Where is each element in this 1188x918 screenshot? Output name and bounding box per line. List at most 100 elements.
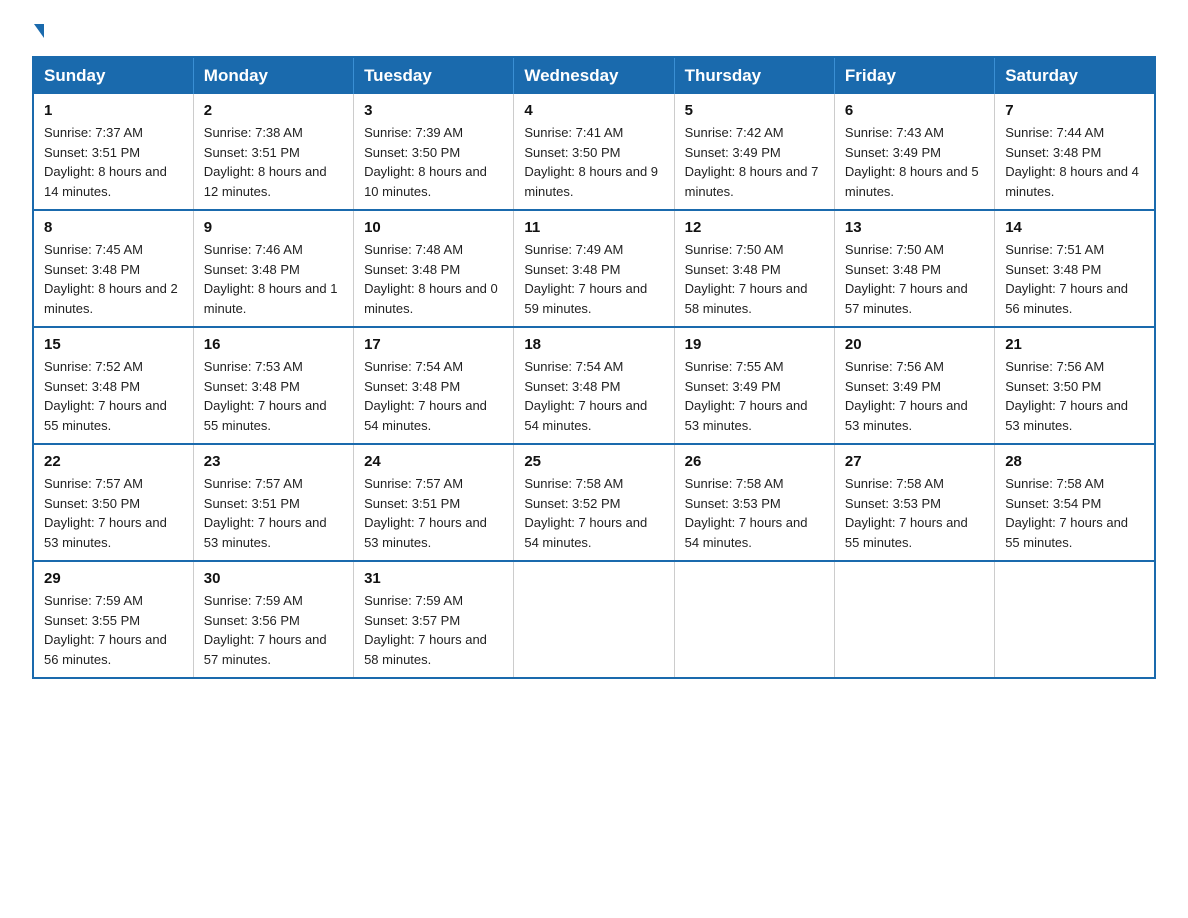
day-of-week-header: Tuesday [354,57,514,94]
day-number: 15 [44,336,183,353]
day-number: 9 [204,219,343,236]
calendar-day-cell: 3 Sunrise: 7:39 AMSunset: 3:50 PMDayligh… [354,94,514,210]
day-info: Sunrise: 7:42 AMSunset: 3:49 PMDaylight:… [685,125,819,199]
day-of-week-header: Thursday [674,57,834,94]
day-info: Sunrise: 7:58 AMSunset: 3:53 PMDaylight:… [685,476,808,550]
day-info: Sunrise: 7:37 AMSunset: 3:51 PMDaylight:… [44,125,167,199]
day-number: 6 [845,102,984,119]
day-info: Sunrise: 7:54 AMSunset: 3:48 PMDaylight:… [524,359,647,433]
calendar-day-cell: 11 Sunrise: 7:49 AMSunset: 3:48 PMDaylig… [514,210,674,327]
calendar-day-cell: 25 Sunrise: 7:58 AMSunset: 3:52 PMDaylig… [514,444,674,561]
calendar-day-cell: 28 Sunrise: 7:58 AMSunset: 3:54 PMDaylig… [995,444,1155,561]
day-info: Sunrise: 7:58 AMSunset: 3:52 PMDaylight:… [524,476,647,550]
day-info: Sunrise: 7:58 AMSunset: 3:54 PMDaylight:… [1005,476,1128,550]
day-number: 18 [524,336,663,353]
day-info: Sunrise: 7:54 AMSunset: 3:48 PMDaylight:… [364,359,487,433]
day-number: 13 [845,219,984,236]
day-info: Sunrise: 7:59 AMSunset: 3:55 PMDaylight:… [44,593,167,667]
calendar-day-cell: 15 Sunrise: 7:52 AMSunset: 3:48 PMDaylig… [33,327,193,444]
calendar-week-row: 29 Sunrise: 7:59 AMSunset: 3:55 PMDaylig… [33,561,1155,678]
day-info: Sunrise: 7:56 AMSunset: 3:49 PMDaylight:… [845,359,968,433]
day-number: 25 [524,453,663,470]
calendar-day-cell: 24 Sunrise: 7:57 AMSunset: 3:51 PMDaylig… [354,444,514,561]
logo-triangle-icon [34,24,44,38]
calendar-day-cell: 5 Sunrise: 7:42 AMSunset: 3:49 PMDayligh… [674,94,834,210]
day-info: Sunrise: 7:43 AMSunset: 3:49 PMDaylight:… [845,125,979,199]
calendar-day-cell: 16 Sunrise: 7:53 AMSunset: 3:48 PMDaylig… [193,327,353,444]
calendar-day-cell: 19 Sunrise: 7:55 AMSunset: 3:49 PMDaylig… [674,327,834,444]
calendar-day-cell: 2 Sunrise: 7:38 AMSunset: 3:51 PMDayligh… [193,94,353,210]
day-info: Sunrise: 7:57 AMSunset: 3:50 PMDaylight:… [44,476,167,550]
day-number: 30 [204,570,343,587]
day-number: 16 [204,336,343,353]
day-info: Sunrise: 7:44 AMSunset: 3:48 PMDaylight:… [1005,125,1139,199]
day-info: Sunrise: 7:50 AMSunset: 3:48 PMDaylight:… [845,242,968,316]
day-info: Sunrise: 7:53 AMSunset: 3:48 PMDaylight:… [204,359,327,433]
calendar-day-cell: 20 Sunrise: 7:56 AMSunset: 3:49 PMDaylig… [834,327,994,444]
calendar-day-cell: 12 Sunrise: 7:50 AMSunset: 3:48 PMDaylig… [674,210,834,327]
calendar-day-cell: 8 Sunrise: 7:45 AMSunset: 3:48 PMDayligh… [33,210,193,327]
calendar-day-cell: 30 Sunrise: 7:59 AMSunset: 3:56 PMDaylig… [193,561,353,678]
day-info: Sunrise: 7:57 AMSunset: 3:51 PMDaylight:… [204,476,327,550]
calendar-header: SundayMondayTuesdayWednesdayThursdayFrid… [33,57,1155,94]
day-info: Sunrise: 7:46 AMSunset: 3:48 PMDaylight:… [204,242,338,316]
day-number: 10 [364,219,503,236]
day-of-week-header: Monday [193,57,353,94]
calendar-day-cell: 7 Sunrise: 7:44 AMSunset: 3:48 PMDayligh… [995,94,1155,210]
calendar-day-cell: 31 Sunrise: 7:59 AMSunset: 3:57 PMDaylig… [354,561,514,678]
day-number: 29 [44,570,183,587]
calendar-body: 1 Sunrise: 7:37 AMSunset: 3:51 PMDayligh… [33,94,1155,678]
day-number: 17 [364,336,503,353]
calendar-day-cell [514,561,674,678]
day-number: 26 [685,453,824,470]
day-number: 3 [364,102,503,119]
day-number: 20 [845,336,984,353]
day-number: 22 [44,453,183,470]
day-number: 23 [204,453,343,470]
day-number: 1 [44,102,183,119]
day-info: Sunrise: 7:52 AMSunset: 3:48 PMDaylight:… [44,359,167,433]
calendar-week-row: 22 Sunrise: 7:57 AMSunset: 3:50 PMDaylig… [33,444,1155,561]
day-number: 4 [524,102,663,119]
day-number: 14 [1005,219,1144,236]
calendar-day-cell: 4 Sunrise: 7:41 AMSunset: 3:50 PMDayligh… [514,94,674,210]
day-info: Sunrise: 7:59 AMSunset: 3:56 PMDaylight:… [204,593,327,667]
calendar-table: SundayMondayTuesdayWednesdayThursdayFrid… [32,56,1156,679]
calendar-day-cell: 18 Sunrise: 7:54 AMSunset: 3:48 PMDaylig… [514,327,674,444]
day-info: Sunrise: 7:49 AMSunset: 3:48 PMDaylight:… [524,242,647,316]
calendar-day-cell: 29 Sunrise: 7:59 AMSunset: 3:55 PMDaylig… [33,561,193,678]
day-info: Sunrise: 7:57 AMSunset: 3:51 PMDaylight:… [364,476,487,550]
calendar-week-row: 1 Sunrise: 7:37 AMSunset: 3:51 PMDayligh… [33,94,1155,210]
calendar-day-cell: 21 Sunrise: 7:56 AMSunset: 3:50 PMDaylig… [995,327,1155,444]
calendar-day-cell: 22 Sunrise: 7:57 AMSunset: 3:50 PMDaylig… [33,444,193,561]
days-of-week-row: SundayMondayTuesdayWednesdayThursdayFrid… [33,57,1155,94]
day-info: Sunrise: 7:56 AMSunset: 3:50 PMDaylight:… [1005,359,1128,433]
day-number: 11 [524,219,663,236]
day-number: 21 [1005,336,1144,353]
day-of-week-header: Wednesday [514,57,674,94]
logo [32,24,44,38]
day-info: Sunrise: 7:55 AMSunset: 3:49 PMDaylight:… [685,359,808,433]
calendar-week-row: 15 Sunrise: 7:52 AMSunset: 3:48 PMDaylig… [33,327,1155,444]
calendar-day-cell: 17 Sunrise: 7:54 AMSunset: 3:48 PMDaylig… [354,327,514,444]
calendar-day-cell: 14 Sunrise: 7:51 AMSunset: 3:48 PMDaylig… [995,210,1155,327]
calendar-day-cell [834,561,994,678]
day-number: 31 [364,570,503,587]
day-info: Sunrise: 7:58 AMSunset: 3:53 PMDaylight:… [845,476,968,550]
calendar-week-row: 8 Sunrise: 7:45 AMSunset: 3:48 PMDayligh… [33,210,1155,327]
day-info: Sunrise: 7:41 AMSunset: 3:50 PMDaylight:… [524,125,658,199]
day-info: Sunrise: 7:48 AMSunset: 3:48 PMDaylight:… [364,242,498,316]
calendar-day-cell: 27 Sunrise: 7:58 AMSunset: 3:53 PMDaylig… [834,444,994,561]
calendar-day-cell: 23 Sunrise: 7:57 AMSunset: 3:51 PMDaylig… [193,444,353,561]
calendar-day-cell [995,561,1155,678]
day-info: Sunrise: 7:59 AMSunset: 3:57 PMDaylight:… [364,593,487,667]
calendar-day-cell: 9 Sunrise: 7:46 AMSunset: 3:48 PMDayligh… [193,210,353,327]
day-number: 19 [685,336,824,353]
calendar-day-cell: 26 Sunrise: 7:58 AMSunset: 3:53 PMDaylig… [674,444,834,561]
day-number: 2 [204,102,343,119]
day-number: 28 [1005,453,1144,470]
day-info: Sunrise: 7:45 AMSunset: 3:48 PMDaylight:… [44,242,178,316]
day-of-week-header: Saturday [995,57,1155,94]
day-of-week-header: Sunday [33,57,193,94]
day-number: 7 [1005,102,1144,119]
